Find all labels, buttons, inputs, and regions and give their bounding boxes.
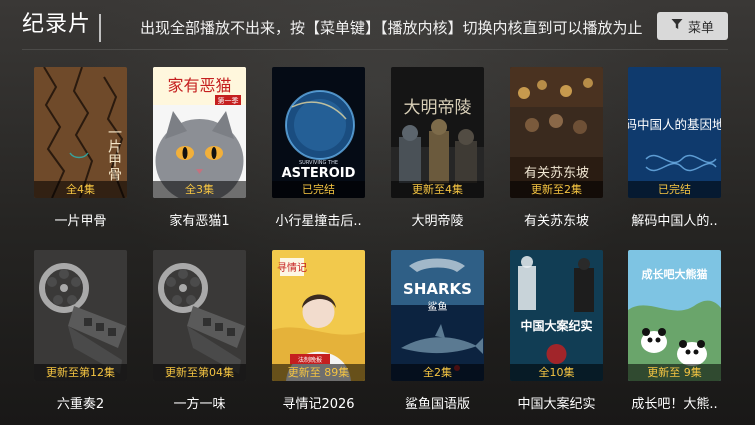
video-card[interactable]: 有关苏东坡 更新至2集 有关苏东坡 (510, 67, 603, 230)
video-card[interactable]: 解码中国人的基因地图 已完结 解码中国人的.. (628, 67, 721, 230)
video-card[interactable]: SURVIVING THE ASTEROID 已完结 小行星撞击后.. (272, 67, 365, 230)
svg-text:一片甲骨: 一片甲骨 (106, 125, 122, 181)
oracle-bone-poster: 一片甲骨 全4集 (34, 67, 127, 198)
video-card[interactable]: 中国大案纪实 全10集 中国大案纪实 (510, 250, 603, 413)
video-title: 寻情记2026 (282, 397, 355, 412)
ming-tombs-poster-title: 大明帝陵 (404, 98, 472, 118)
dna-map-poster: 解码中国人的基因地图 已完结 (628, 67, 721, 198)
episode-badge: 全10集 (510, 364, 603, 381)
su-dongpo-poster-title: 有关苏东坡 (524, 165, 589, 181)
panda-poster: 成长吧大熊猫 更新至 9集 (628, 250, 721, 381)
asteroid-poster-title: ASTEROID (282, 166, 356, 181)
video-title: 有关苏东坡 (523, 214, 589, 229)
episode-badge: 全2集 (391, 364, 484, 381)
episode-badge: 更新至 89集 (272, 364, 365, 381)
episode-badge: 更新至第12集 (34, 364, 127, 381)
video-title: 大明帝陵 (411, 214, 464, 229)
video-card[interactable]: 更新至第12集 六重奏2 (34, 250, 127, 413)
episode-badge: 全3集 (153, 181, 246, 198)
video-title: 六重奏2 (56, 397, 105, 412)
episode-badge: 已完结 (628, 181, 721, 198)
video-card[interactable]: 更新至第04集 一方一味 (153, 250, 246, 413)
cat-poster: 家有恶猫 第一季 全3集 (153, 67, 246, 198)
video-title: 家有恶猫1 (169, 214, 230, 229)
episode-badge: 更新至4集 (391, 181, 484, 198)
sharks-poster-subtitle: 鲨鱼 (428, 300, 448, 313)
panda-poster-title: 成长吧大熊猫 (642, 267, 708, 281)
video-title: 一片甲骨 (54, 214, 107, 229)
xunqingji-poster-title: 寻情记 (277, 261, 307, 274)
crime-case-poster: 中国大案纪实 全10集 (510, 250, 603, 381)
episode-badge: 更新至2集 (510, 181, 603, 198)
sharks-poster: SHARKS 鲨鱼 全2集 (391, 250, 484, 381)
episode-badge: 全4集 (34, 181, 127, 198)
xunqingji-poster-subtitle: 法制晚报 (298, 356, 322, 364)
video-card[interactable]: SHARKS 鲨鱼 全2集 鲨鱼国语版 (391, 250, 484, 413)
video-title: 一方一味 (173, 397, 226, 412)
video-card[interactable]: 大明帝陵 更新至4集 大明帝陵 (391, 67, 484, 230)
video-title: 小行星撞击后.. (275, 214, 362, 229)
video-card[interactable]: 成长吧大熊猫 更新至 9集 成长吧！大熊.. (628, 250, 721, 413)
asteroid-poster: SURVIVING THE ASTEROID 已完结 (272, 67, 365, 198)
episode-badge: 更新至第04集 (153, 364, 246, 381)
video-title: 中国大案纪实 (517, 397, 596, 412)
su-dongpo-poster: 有关苏东坡 更新至2集 (510, 67, 603, 198)
sharks-poster-title: SHARKS (403, 280, 472, 298)
video-title: 鲨鱼国语版 (404, 397, 470, 412)
video-title: 成长吧！大熊.. (631, 397, 718, 412)
film-reel-placeholder: 更新至第04集 (153, 250, 246, 381)
xunqingji-poster: 寻情记 法制晚报 更新至 89集 (272, 250, 365, 381)
video-card[interactable]: 寻情记 法制晚报 更新至 89集 寻情记2026 (272, 250, 365, 413)
episode-badge: 已完结 (272, 181, 365, 198)
film-reel-placeholder: 更新至第12集 (34, 250, 127, 381)
crime-case-poster-title: 中国大案纪实 (520, 318, 592, 333)
video-title: 解码中国人的.. (631, 214, 718, 229)
video-grid: 一片甲骨 全4集 一片甲骨 家有恶猫 第一季 全3集 家有恶猫1 SURVIVI… (0, 0, 755, 425)
ming-tombs-poster: 大明帝陵 更新至4集 (391, 67, 484, 198)
video-card[interactable]: 一片甲骨 全4集 一片甲骨 (34, 67, 127, 230)
cat-poster-title: 家有恶猫 (167, 76, 231, 95)
video-card[interactable]: 家有恶猫 第一季 全3集 家有恶猫1 (153, 67, 246, 230)
episode-badge: 更新至 9集 (628, 364, 721, 381)
dna-map-poster-title-1: 解码中国人的基因地图 (628, 117, 721, 132)
cat-poster-subtitle: 第一季 (218, 96, 239, 105)
